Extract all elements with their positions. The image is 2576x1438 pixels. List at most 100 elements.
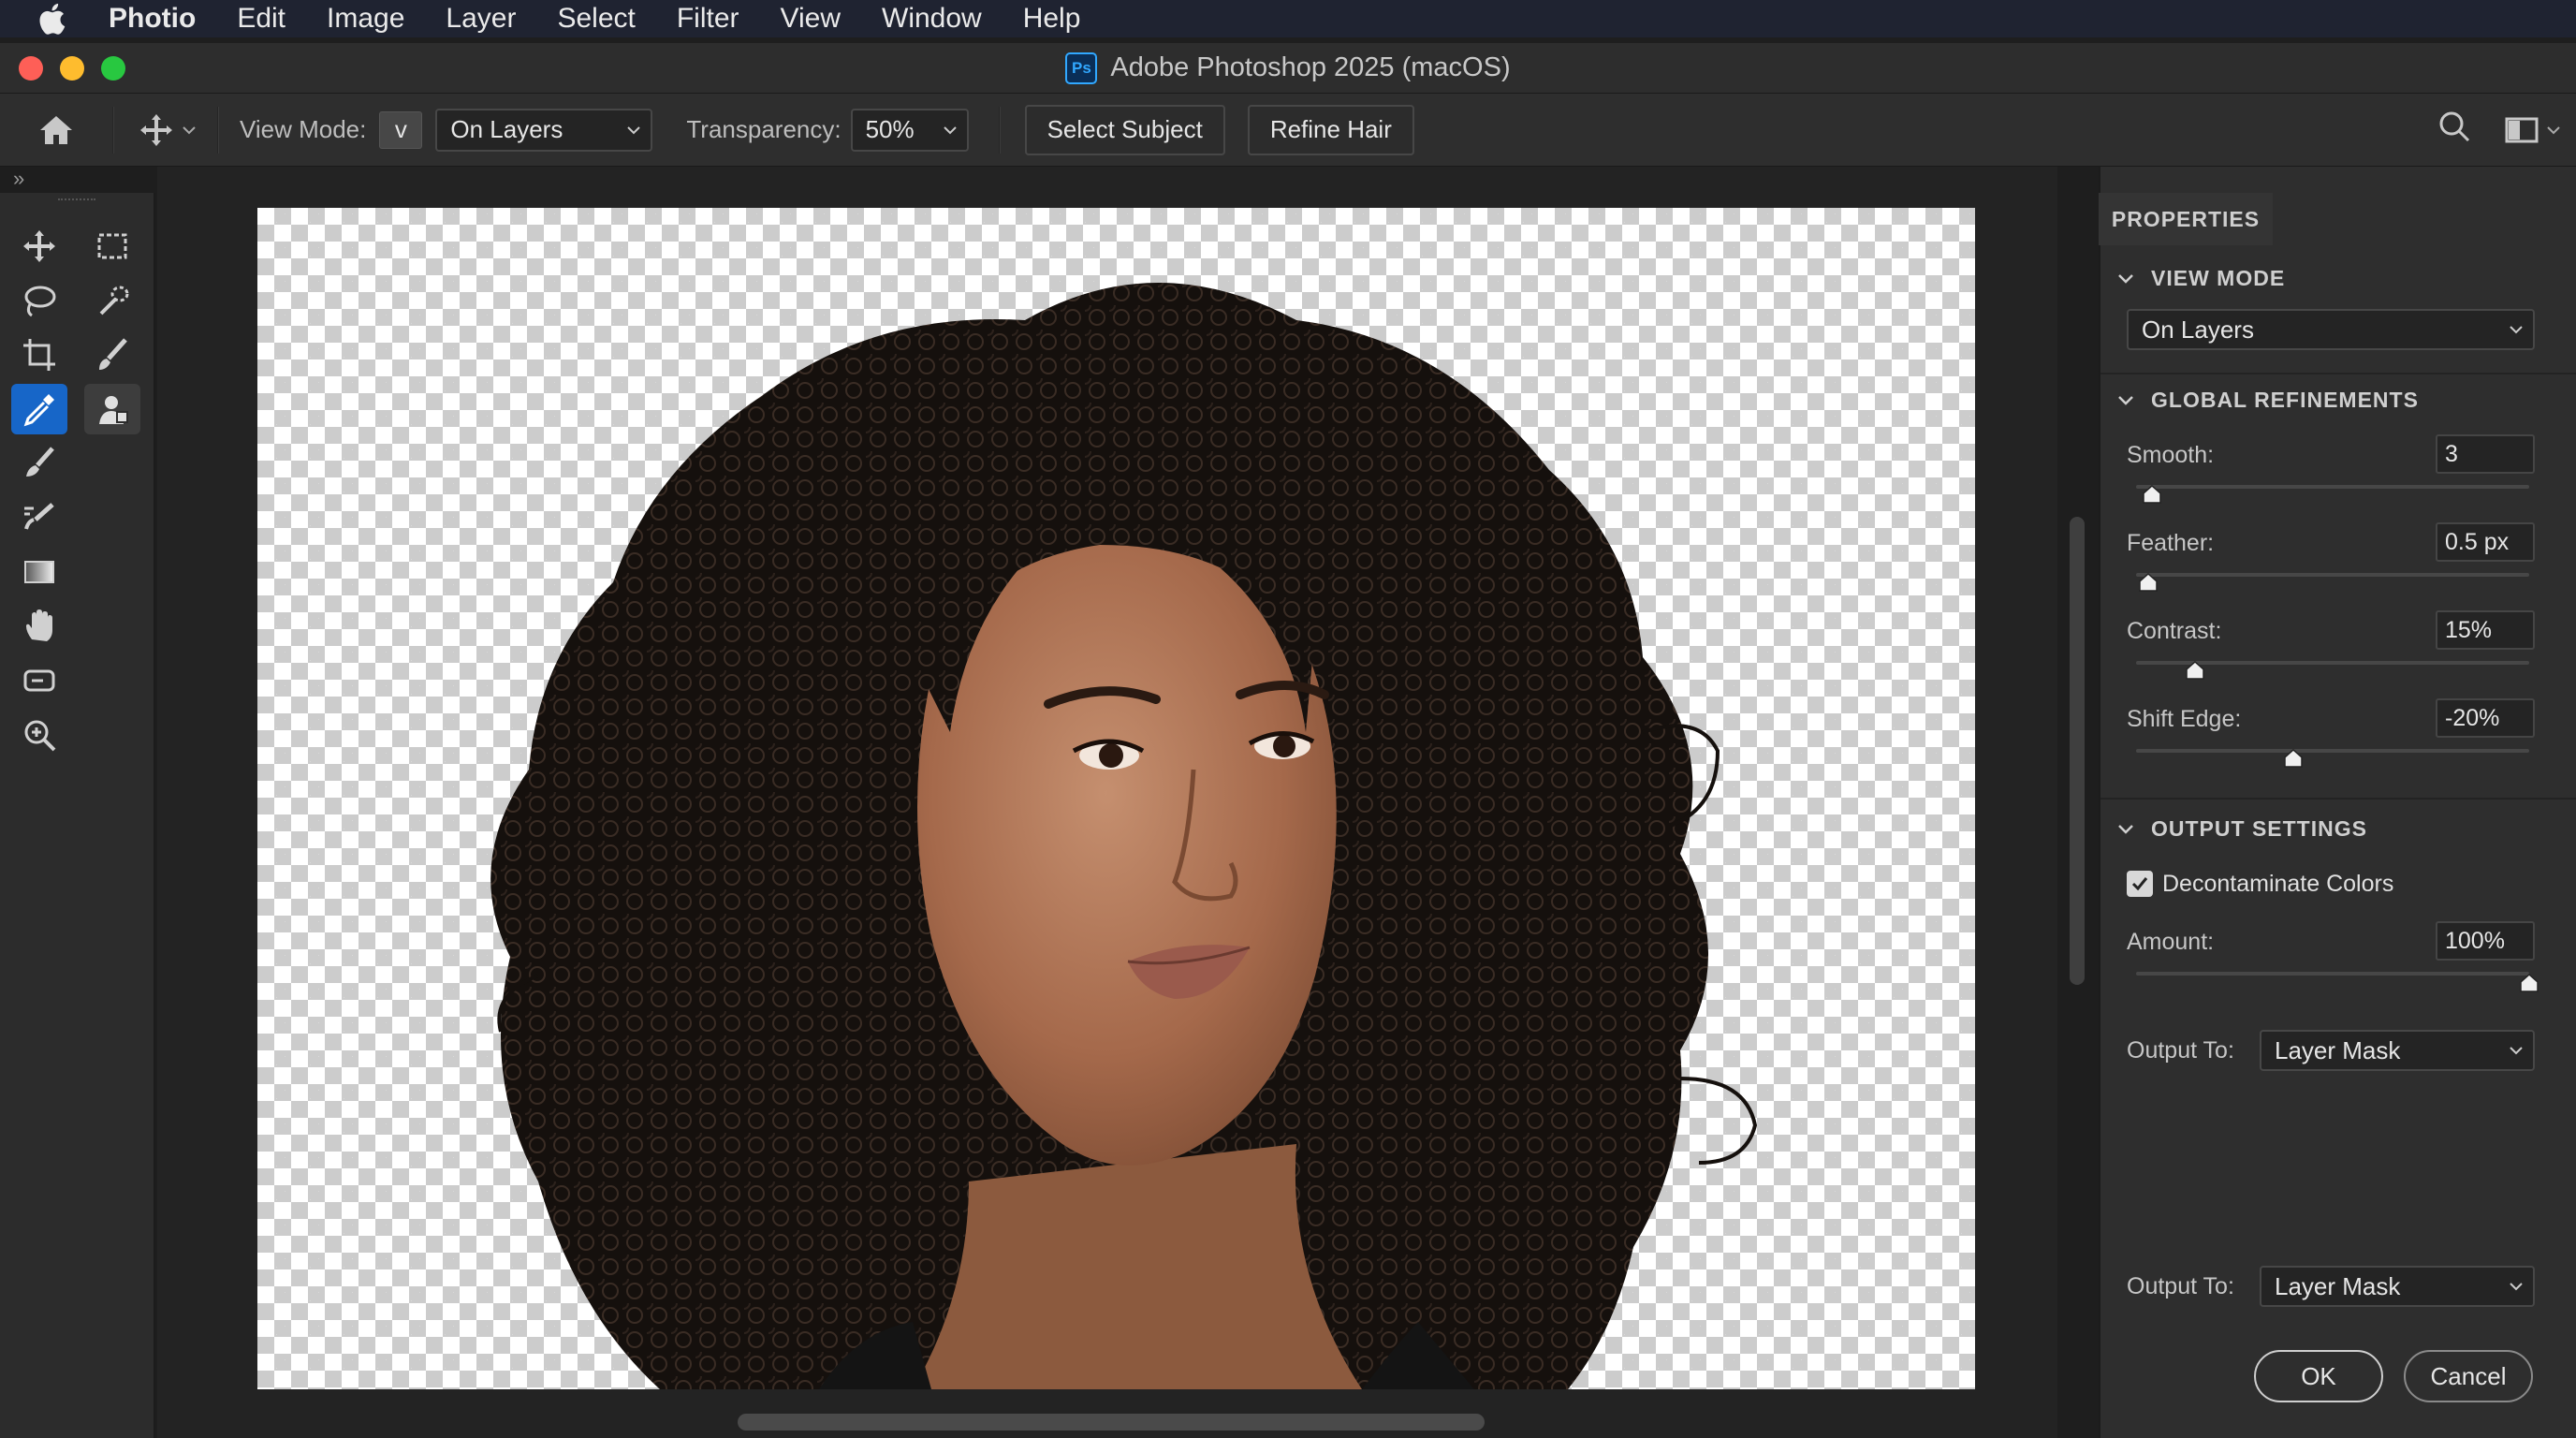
shift-edge-slider-track[interactable] bbox=[2136, 749, 2529, 753]
hand-tool-icon[interactable] bbox=[11, 601, 67, 652]
quick-selection-tool-icon[interactable] bbox=[84, 275, 140, 326]
output-settings-heading: OUTPUT SETTINGS bbox=[2151, 816, 2367, 841]
amount-input[interactable]: 100% bbox=[2436, 921, 2535, 961]
menu-filter[interactable]: Filter bbox=[677, 3, 739, 35]
checkmark-icon bbox=[2131, 877, 2148, 891]
photoshop-app-icon: Ps bbox=[1065, 51, 1098, 84]
feather-slider-track[interactable] bbox=[2136, 573, 2529, 577]
vertical-scrollbar[interactable] bbox=[2070, 517, 2085, 985]
options-divider bbox=[112, 106, 114, 154]
move-tool-icon[interactable] bbox=[11, 221, 67, 271]
eraser-brush-tool-icon[interactable] bbox=[11, 492, 67, 543]
panel-view-mode-dropdown[interactable]: On Layers bbox=[2127, 309, 2535, 350]
minimize-window-button[interactable] bbox=[60, 56, 84, 81]
transparency-label: Transparency: bbox=[686, 115, 842, 143]
object-selection-tool-icon[interactable] bbox=[84, 384, 140, 434]
horizontal-scrollbar[interactable] bbox=[738, 1414, 1485, 1431]
cancel-button[interactable]: Cancel bbox=[2404, 1350, 2533, 1402]
menu-help[interactable]: Help bbox=[1023, 3, 1081, 35]
chevron-down-icon bbox=[2118, 395, 2133, 405]
chevron-down-icon bbox=[2118, 824, 2133, 834]
lasso-tool-icon[interactable] bbox=[11, 275, 67, 326]
portrait-image bbox=[490, 283, 1758, 1389]
window-title: Adobe Photoshop 2025 (macOS) bbox=[1110, 52, 1511, 82]
amount-slider-track[interactable] bbox=[2136, 972, 2529, 976]
menu-image[interactable]: Image bbox=[327, 3, 404, 35]
view-mode-label: View Mode: bbox=[240, 115, 367, 143]
chevron-down-icon bbox=[2510, 1283, 2523, 1291]
properties-panel bbox=[2099, 167, 2576, 1438]
home-icon[interactable] bbox=[28, 114, 84, 146]
smooth-slider-thumb[interactable] bbox=[2143, 485, 2161, 504]
marquee-tool-icon[interactable] bbox=[84, 221, 140, 271]
chevron-down-icon bbox=[627, 125, 641, 134]
tools-panel bbox=[0, 193, 155, 1438]
menu-edit[interactable]: Edit bbox=[237, 3, 285, 35]
toolbar-grip[interactable] bbox=[58, 198, 95, 204]
window-title-bar: Ps Adobe Photoshop 2025 (macOS) bbox=[0, 43, 2576, 94]
contrast-input[interactable]: 15% bbox=[2436, 610, 2535, 650]
amount-label: Amount: bbox=[2127, 929, 2215, 955]
close-window-button[interactable] bbox=[19, 56, 43, 81]
options-divider bbox=[217, 106, 219, 154]
document-image[interactable] bbox=[257, 208, 1975, 1389]
view-mode-section-header[interactable]: VIEW MODE bbox=[2117, 266, 2285, 291]
type-mask-tool-icon[interactable] bbox=[11, 655, 67, 706]
output-settings-section-header[interactable]: OUTPUT SETTINGS bbox=[2117, 816, 2367, 842]
chevron-down-icon bbox=[2118, 273, 2133, 284]
menu-select[interactable]: Select bbox=[557, 3, 635, 35]
transparency-value: 50% bbox=[865, 115, 915, 143]
menu-bar: Photio Edit Image Layer Select Filter Vi… bbox=[0, 0, 2576, 37]
chevron-down-icon bbox=[2510, 1047, 2523, 1055]
feather-label: Feather: bbox=[2127, 530, 2215, 556]
smooth-slider-track[interactable] bbox=[2136, 485, 2529, 489]
contrast-label: Contrast: bbox=[2127, 618, 2222, 644]
contrast-slider-thumb[interactable] bbox=[2186, 661, 2204, 680]
feather-input[interactable]: 0.5 px bbox=[2436, 522, 2535, 562]
menu-view[interactable]: View bbox=[781, 3, 841, 35]
workspace-switcher-icon[interactable] bbox=[2505, 116, 2561, 144]
chevron-down-icon bbox=[943, 125, 957, 134]
view-mode-dropdown[interactable]: On Layers bbox=[435, 108, 653, 152]
view-mode-heading: VIEW MODE bbox=[2151, 266, 2286, 290]
brush-tool-icon[interactable] bbox=[11, 438, 67, 489]
shift-edge-slider-thumb[interactable] bbox=[2284, 749, 2303, 768]
transparency-dropdown[interactable]: 50% bbox=[850, 108, 969, 152]
refine-brush-tool-icon[interactable] bbox=[84, 330, 140, 380]
options-bar: View Mode: v On Layers Transparency: 50%… bbox=[0, 94, 2576, 167]
ok-button[interactable]: OK bbox=[2254, 1350, 2383, 1402]
output-to-dropdown[interactable]: Layer Mask bbox=[2260, 1030, 2535, 1071]
crop-tool-icon[interactable] bbox=[11, 330, 67, 380]
expand-toolbar-icon[interactable]: » bbox=[13, 167, 24, 193]
menu-window[interactable]: Window bbox=[882, 3, 982, 35]
menu-app-name[interactable]: Photio bbox=[109, 3, 196, 35]
output-to-value-2: Layer Mask bbox=[2275, 1271, 2401, 1300]
zoom-window-button[interactable] bbox=[101, 56, 125, 81]
output-to-dropdown-2[interactable]: Layer Mask bbox=[2260, 1266, 2535, 1307]
zoom-tool-icon[interactable] bbox=[11, 710, 67, 760]
panel-view-mode-value: On Layers bbox=[2142, 315, 2254, 344]
output-to-value: Layer Mask bbox=[2275, 1035, 2401, 1064]
eyedropper-tool-icon[interactable] bbox=[11, 384, 67, 434]
shift-edge-input[interactable]: -20% bbox=[2436, 698, 2535, 738]
view-mode-key-badge[interactable]: v bbox=[379, 110, 423, 149]
global-refinements-heading: GLOBAL REFINEMENTS bbox=[2151, 388, 2419, 412]
search-icon[interactable] bbox=[2437, 110, 2471, 150]
select-subject-button[interactable]: Select Subject bbox=[1024, 104, 1225, 155]
decontaminate-colors-label[interactable]: Decontaminate Colors bbox=[2162, 871, 2393, 898]
move-tool-preset-icon[interactable] bbox=[139, 112, 204, 148]
smooth-input[interactable]: 3 bbox=[2436, 434, 2535, 474]
apple-icon[interactable] bbox=[37, 3, 69, 35]
window-controls bbox=[19, 56, 125, 81]
tab-properties[interactable]: PROPERTIES bbox=[2099, 193, 2273, 245]
refine-hair-button[interactable]: Refine Hair bbox=[1247, 104, 1414, 155]
global-refinements-section-header[interactable]: GLOBAL REFINEMENTS bbox=[2117, 388, 2419, 413]
gradient-tool-icon[interactable] bbox=[11, 547, 67, 597]
feather-slider-thumb[interactable] bbox=[2138, 573, 2158, 592]
output-to-label-2: Output To: bbox=[2127, 1273, 2234, 1299]
shift-edge-label: Shift Edge: bbox=[2127, 706, 2242, 732]
amount-slider-thumb[interactable] bbox=[2520, 974, 2539, 992]
output-to-label: Output To: bbox=[2127, 1037, 2234, 1064]
decontaminate-colors-checkbox[interactable] bbox=[2127, 871, 2153, 897]
menu-layer[interactable]: Layer bbox=[446, 3, 516, 35]
